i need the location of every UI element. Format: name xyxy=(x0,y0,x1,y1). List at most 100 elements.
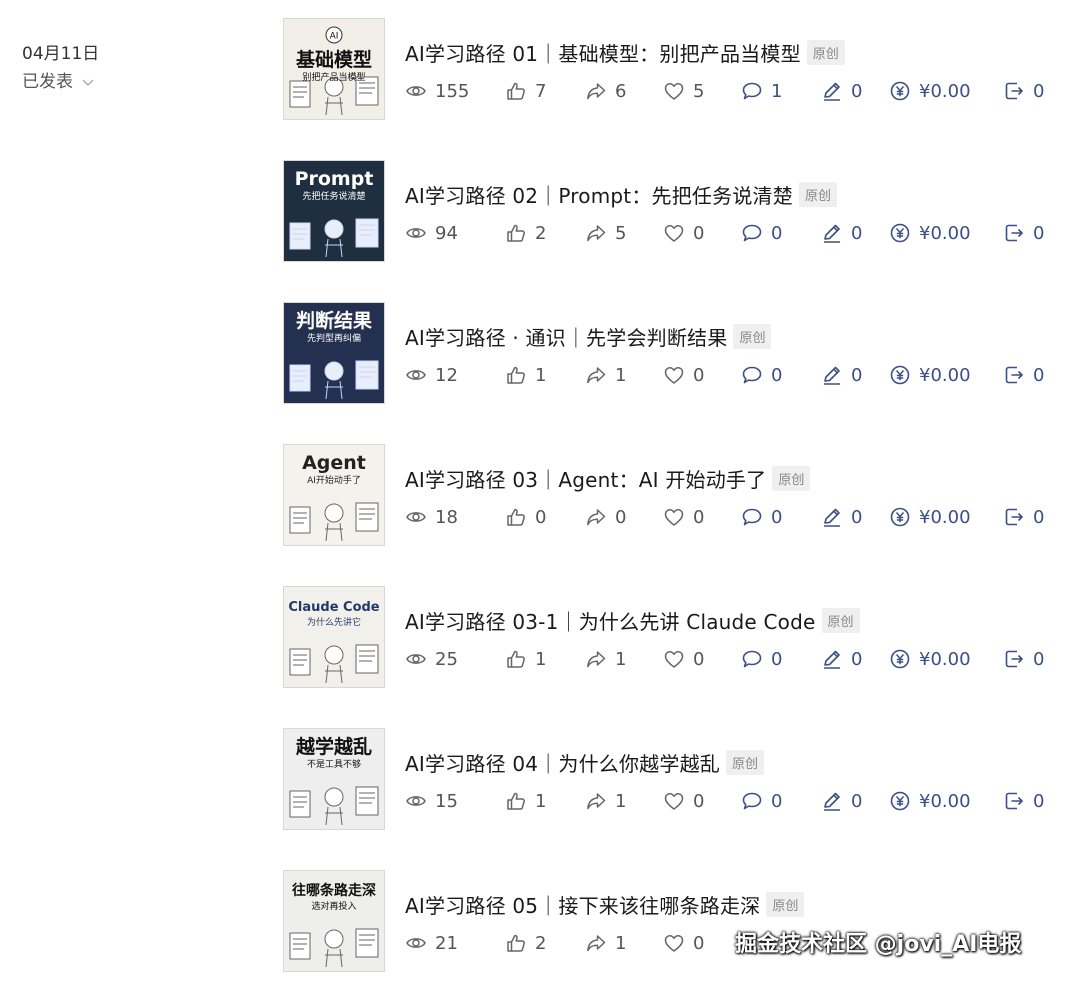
forward-count[interactable]: 0 xyxy=(1003,221,1044,245)
article-stats: 25 1 1 0 0 0 ¥0.00 0 xyxy=(405,647,1065,671)
read-count[interactable]: 21 xyxy=(405,931,458,955)
share-count[interactable]: 1 xyxy=(585,363,626,387)
forward-count-value: 0 xyxy=(1033,648,1045,670)
note-count[interactable]: 0 xyxy=(821,505,862,529)
comment-count[interactable]: 0 xyxy=(741,789,782,813)
article-item[interactable]: Claude Code 为什么先讲它 AI学习路径 03-1｜为什么先讲 Cla… xyxy=(283,586,1063,688)
article-title[interactable]: AI学习路径 05｜接下来该往哪条路走深 xyxy=(405,890,760,919)
article-thumbnail[interactable]: Prompt 先把任务说清楚 xyxy=(283,160,385,262)
reward-amount[interactable]: ¥0.00 xyxy=(889,647,971,671)
comment-icon xyxy=(742,508,762,526)
share-count[interactable]: 1 xyxy=(585,931,626,955)
eye-icon xyxy=(406,370,426,380)
comment-count[interactable]: 0 xyxy=(741,363,782,387)
article-item[interactable]: Agent AI开始动手了 AI学习路径 03｜Agent：AI 开始动手了 原… xyxy=(283,444,1063,546)
share-count[interactable]: 0 xyxy=(585,505,626,529)
comment-count[interactable]: 0 xyxy=(741,221,782,245)
share-count-value: 1 xyxy=(615,790,627,812)
comment-count[interactable]: 0 xyxy=(741,505,782,529)
favorite-count-value: 0 xyxy=(693,364,705,386)
article-title[interactable]: AI学习路径 03｜Agent：AI 开始动手了 xyxy=(405,464,766,493)
export-icon xyxy=(1005,650,1023,668)
forward-count[interactable]: 0 xyxy=(1003,363,1044,387)
article-title[interactable]: AI学习路径 03-1｜为什么先讲 Claude Code xyxy=(405,606,816,635)
forward-count[interactable]: 0 xyxy=(1003,505,1044,529)
note-count-value: 0 xyxy=(851,364,863,386)
favorite-count[interactable]: 0 xyxy=(663,221,704,245)
article-item[interactable]: 判断结果 先判型再纠偏 AI学习路径 · 通识｜先学会判断结果 原创 12 1 … xyxy=(283,302,1063,404)
yuan-coin-icon xyxy=(890,223,910,243)
share-count[interactable]: 5 xyxy=(585,221,626,245)
reward-amount[interactable]: ¥0.00 xyxy=(889,363,971,387)
article-item[interactable]: Prompt 先把任务说清楚 AI学习路径 02｜Prompt：先把任务说清楚 … xyxy=(283,160,1063,262)
forward-count[interactable]: 0 xyxy=(1003,789,1044,813)
eye-icon xyxy=(406,796,426,806)
comment-count[interactable]: 1 xyxy=(741,79,782,103)
article-thumbnail[interactable]: 判断结果 先判型再纠偏 xyxy=(283,302,385,404)
thumbnail-heading: 判断结果 xyxy=(296,309,372,332)
article-title[interactable]: AI学习路径 04｜为什么你越学越乱 xyxy=(405,748,720,777)
original-badge: 原创 xyxy=(766,892,805,917)
forward-count[interactable]: 0 xyxy=(1003,647,1044,671)
thumbnail-heading: Prompt xyxy=(295,168,374,190)
article-thumbnail[interactable]: AI 基础模型 别把产品当模型 xyxy=(283,18,385,120)
note-count[interactable]: 0 xyxy=(821,789,862,813)
reward-amount[interactable]: ¥0.00 xyxy=(889,221,971,245)
comment-count[interactable]: 0 xyxy=(741,647,782,671)
like-count[interactable]: 0 xyxy=(505,505,546,529)
like-count[interactable]: 1 xyxy=(505,647,546,671)
note-count[interactable]: 0 xyxy=(821,363,862,387)
reward-amount[interactable]: ¥0.00 xyxy=(889,79,971,103)
status-dropdown[interactable]: 已发表 xyxy=(22,70,99,94)
pen-icon xyxy=(824,650,840,669)
like-count[interactable]: 7 xyxy=(505,79,546,103)
article-thumbnail[interactable]: 越学越乱 不是工具不够 xyxy=(283,728,385,830)
comment-count-value: 0 xyxy=(771,506,783,528)
note-count[interactable]: 0 xyxy=(821,221,862,245)
forward-count-value: 0 xyxy=(1033,506,1045,528)
export-icon xyxy=(1005,82,1023,100)
article-title[interactable]: AI学习路径 01｜基础模型：别把产品当模型 xyxy=(405,38,801,67)
like-count-value: 1 xyxy=(535,648,547,670)
like-count[interactable]: 2 xyxy=(505,221,546,245)
read-count[interactable]: 18 xyxy=(405,505,458,529)
note-count-value: 0 xyxy=(851,506,863,528)
article-thumbnail[interactable]: 往哪条路走深 选对再投入 xyxy=(283,870,385,972)
like-count[interactable]: 2 xyxy=(505,931,546,955)
share-count[interactable]: 6 xyxy=(585,79,626,103)
favorite-count[interactable]: 0 xyxy=(663,505,704,529)
share-count[interactable]: 1 xyxy=(585,789,626,813)
heart-icon xyxy=(664,367,684,384)
article-title-row: AI学习路径 · 通识｜先学会判断结果 原创 xyxy=(405,322,772,351)
article-title-row: AI学习路径 05｜接下来该往哪条路走深 原创 xyxy=(405,890,805,919)
read-count[interactable]: 155 xyxy=(405,79,469,103)
reward-amount[interactable]: ¥0.00 xyxy=(889,789,971,813)
share-arrow-icon xyxy=(587,225,606,242)
read-count[interactable]: 15 xyxy=(405,789,458,813)
favorite-count[interactable]: 0 xyxy=(663,647,704,671)
read-count[interactable]: 12 xyxy=(405,363,458,387)
favorite-count[interactable]: 0 xyxy=(663,931,704,955)
favorite-count[interactable]: 0 xyxy=(663,789,704,813)
thumbs-up-icon xyxy=(507,650,525,668)
share-count[interactable]: 1 xyxy=(585,647,626,671)
note-count[interactable]: 0 xyxy=(821,647,862,671)
article-item[interactable]: 越学越乱 不是工具不够 AI学习路径 04｜为什么你越学越乱 原创 15 1 1… xyxy=(283,728,1063,830)
article-thumbnail[interactable]: Claude Code 为什么先讲它 xyxy=(283,586,385,688)
like-count[interactable]: 1 xyxy=(505,363,546,387)
like-count[interactable]: 1 xyxy=(505,789,546,813)
article-title[interactable]: AI学习路径 02｜Prompt：先把任务说清楚 xyxy=(405,180,793,209)
article-thumbnail[interactable]: Agent AI开始动手了 xyxy=(283,444,385,546)
reward-amount[interactable]: ¥0.00 xyxy=(889,505,971,529)
article-item[interactable]: AI 基础模型 别把产品当模型 AI学习路径 01｜基础模型：别把产品当模型 原创… xyxy=(283,18,1063,120)
note-count[interactable]: 0 xyxy=(821,79,862,103)
read-count[interactable]: 94 xyxy=(405,221,458,245)
read-count-value: 21 xyxy=(435,932,458,954)
favorite-count[interactable]: 5 xyxy=(663,79,704,103)
forward-count[interactable]: 0 xyxy=(1003,79,1044,103)
article-title[interactable]: AI学习路径 · 通识｜先学会判断结果 xyxy=(405,322,727,351)
thumbnail-subtitle: 选对再投入 xyxy=(311,900,356,912)
read-count[interactable]: 25 xyxy=(405,647,458,671)
comment-count-value: 0 xyxy=(771,222,783,244)
favorite-count[interactable]: 0 xyxy=(663,363,704,387)
